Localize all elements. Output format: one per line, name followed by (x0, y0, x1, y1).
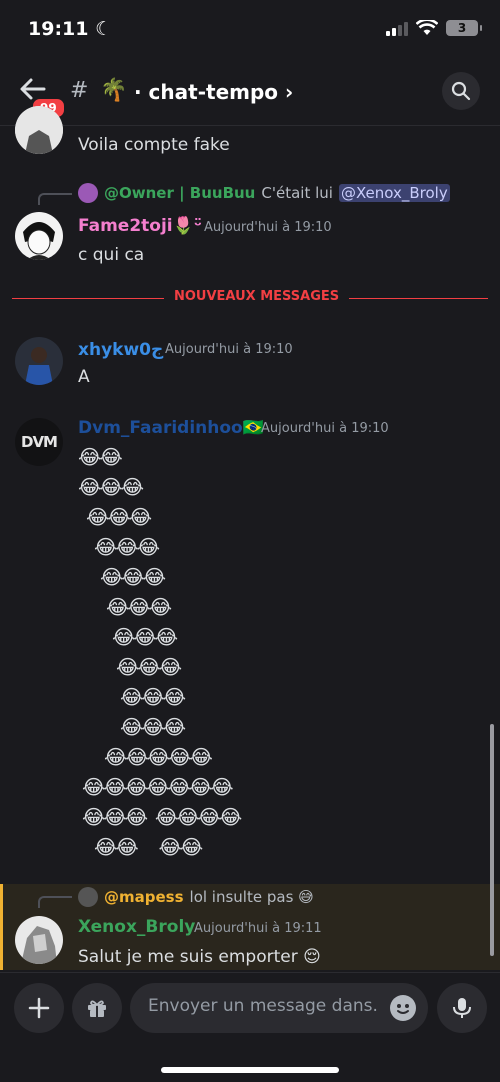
emoji-line: 😂😂😂 (86, 505, 152, 529)
emoji-line: 😂😂😂 😂😂😂😂 (82, 805, 242, 829)
message-author[interactable]: Fame2toji🌷ᵕ̈ (78, 216, 202, 236)
emoji-line: 😂😂😂 (106, 595, 172, 619)
emoji-line: 😂😂😂 (120, 715, 186, 739)
emoji-line: 😂😂😂 (100, 565, 166, 589)
reply-text: C'était lui (261, 184, 333, 202)
add-attachment-button[interactable] (14, 983, 64, 1033)
gift-icon (88, 1000, 106, 1017)
message-author[interactable]: Xenox_Broly (78, 917, 195, 937)
avatar[interactable]: DVM (15, 418, 63, 466)
wifi-icon (416, 20, 438, 35)
status-time: 19:11 ☾ (28, 18, 113, 40)
emoji-line: 😂😂 (78, 445, 123, 469)
message-text: Salut je me suis emporter 😌 (78, 947, 321, 967)
channel-hash-icon: # (70, 78, 89, 103)
scrollbar[interactable] (490, 724, 494, 956)
reply-preview[interactable]: @Owner | BuuBuu C'était lui @Xenox_Broly (78, 183, 450, 203)
reply-mention[interactable]: @Xenox_Broly (338, 184, 450, 202)
emoji-line: 😂😂😂😂😂 (104, 745, 213, 769)
reply-avatar (78, 183, 98, 203)
emoji-line: 😂😂😂😂😂😂😂 (82, 775, 234, 799)
emoji-line: 😂😂😂 (78, 475, 144, 499)
voice-message-button[interactable] (437, 983, 487, 1033)
search-icon (451, 81, 471, 101)
moon-icon: ☾ (95, 18, 113, 40)
message-input[interactable] (148, 996, 378, 1016)
avatar[interactable] (15, 337, 63, 385)
reply-preview[interactable]: @mapess lol insulte pas 😅 (78, 887, 314, 907)
home-indicator (161, 1067, 339, 1073)
channel-name[interactable]: · chat-tempo › (134, 80, 293, 104)
emoji-line: 😂😂 😂😂 (94, 835, 203, 859)
message-input-container (130, 983, 428, 1033)
channel-header: # 🌴 · chat-tempo › (0, 62, 500, 126)
smile-icon (397, 1004, 409, 1014)
emoji-line: 😂😂😂 (120, 685, 186, 709)
message-timestamp: Aujourd'hui à 19:10 (261, 421, 389, 436)
message-timestamp: Aujourd'hui à 19:11 (194, 921, 322, 936)
message-author[interactable]: Dvm_Faaridinhoo🇧🇷 (78, 418, 264, 438)
status-bar: 19:11 ☾ 3 (0, 0, 500, 60)
plus-icon (28, 997, 50, 1019)
message-text: Voila compte fake (78, 135, 230, 155)
reply-author: @mapess (104, 888, 184, 906)
avatar[interactable] (15, 212, 63, 260)
message-author[interactable]: xhykw0ج (78, 340, 163, 360)
new-messages-label: NOUVEAUX MESSAGES (164, 289, 350, 304)
emoji-line: 😂😂😂 (112, 625, 178, 649)
microphone-icon (453, 998, 471, 1018)
reply-author: @Owner | BuuBuu (104, 184, 256, 202)
reply-connector (38, 896, 72, 908)
message-timestamp: Aujourd'hui à 19:10 (165, 342, 293, 357)
avatar[interactable] (15, 916, 63, 964)
emoji-line: 😂😂😂 (116, 655, 182, 679)
message-timestamp: Aujourd'hui à 19:10 (204, 220, 332, 235)
avatar[interactable] (15, 106, 63, 154)
search-button[interactable] (442, 72, 480, 110)
reply-connector (38, 193, 72, 205)
gift-button[interactable] (72, 983, 122, 1033)
reply-text: lol insulte pas 😅 (189, 888, 314, 906)
message-composer (0, 972, 500, 1082)
emoji-button[interactable] (390, 995, 416, 1021)
message-text: c qui ca (78, 245, 145, 265)
signal-icon (386, 20, 408, 36)
emoji-line: 😂😂😂 (94, 535, 160, 559)
battery-icon: 3 (446, 20, 482, 36)
message-text: A (78, 367, 90, 387)
reply-avatar (78, 887, 98, 907)
channel-emoji: 🌴 (100, 78, 128, 103)
